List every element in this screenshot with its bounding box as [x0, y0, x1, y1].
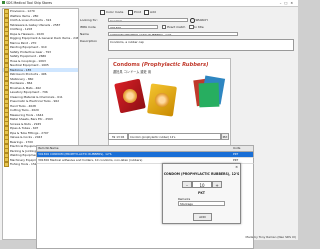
close-button[interactable]: ×	[290, 1, 296, 5]
name-label: Name	[80, 32, 89, 36]
print-button[interactable]: Print	[128, 9, 141, 15]
search-options: Exact match In title	[162, 25, 204, 30]
table-header: Item No Name Units	[36, 145, 254, 152]
window-title: SDS Medical Tool Ship Stores	[6, 1, 52, 6]
dialog-title: CONDOM (PROPHYLACTIC RUBBERS), 12'S	[163, 172, 240, 176]
plus-icon	[144, 9, 149, 15]
col-name[interactable]: Name	[49, 146, 233, 151]
product-code-unit: Pkt	[221, 133, 229, 140]
printer-icon	[128, 9, 133, 15]
product-code-row: 39 13 06 Condom (prophylactic rubber) 12…	[108, 133, 229, 140]
condom-ring	[123, 89, 137, 103]
quantity-stepper: – 10 +	[182, 181, 222, 188]
dialog-add-button[interactable]: ADD	[193, 213, 212, 221]
remarks-input[interactable]: Stockage	[178, 201, 225, 206]
app-window: SDS Medical Tool Ship Stores –□× Provisi…	[0, 0, 298, 249]
condom-ring-2	[155, 93, 169, 107]
add-toolbar-button[interactable]: Add	[144, 9, 156, 15]
increment-button[interactable]: +	[212, 181, 222, 188]
color-mode-button[interactable]: Color mode	[100, 9, 123, 15]
exact-match-checkbox[interactable]	[162, 25, 167, 30]
condom-pack-stack	[193, 75, 226, 108]
category-label: Fishing Tools - 152	[10, 162, 37, 166]
product-japanese-title: 避妊具 コンドーム 避妊 用	[113, 70, 152, 74]
name-field[interactable]: CONDOM (PROPHYLACTIC RUBBERS), 12'S	[108, 31, 238, 36]
search-button[interactable]: SEARCH	[190, 18, 208, 23]
description-label: Description	[80, 39, 98, 43]
impa-label: IMPA Code	[80, 25, 96, 29]
description-field[interactable]: Condoms, a rubber cap	[108, 38, 294, 51]
looking-for-label: Looking for:	[80, 18, 98, 22]
search-icon	[190, 18, 195, 23]
col-units[interactable]: Units	[233, 146, 253, 151]
impa-field[interactable]: 391306	[108, 24, 158, 29]
product-code: 39 13 06	[108, 133, 128, 140]
quantity-unit: PKT	[198, 191, 205, 195]
search-input[interactable]: Condom	[108, 17, 188, 22]
product-title: Condoms (Prophylactic Rubbers)	[113, 62, 209, 68]
dialog-close-button[interactable]: ×	[235, 165, 238, 169]
in-title-checkbox[interactable]	[189, 25, 194, 30]
toolbar: Color mode Print Add	[80, 8, 296, 16]
folder-icon	[4, 161, 9, 167]
product-code-name: Condom (prophylactic rubber) 12's	[128, 133, 221, 140]
col-item-no[interactable]: Item No	[37, 146, 49, 151]
decrement-button[interactable]: –	[182, 181, 192, 188]
title-bar: SDS Medical Tool Ship Stores –□×	[0, 0, 298, 7]
app-icon	[1, 1, 5, 5]
quantity-input[interactable]: 10	[192, 181, 212, 188]
status-bar: Made by Tony Raman (Neo SDS UI)	[245, 235, 297, 239]
palette-icon	[100, 9, 105, 15]
window-controls[interactable]: –□×	[280, 1, 296, 5]
add-quantity-dialog: × CONDOM (PROPHYLACTIC RUBBERS), 12'S – …	[162, 163, 241, 224]
